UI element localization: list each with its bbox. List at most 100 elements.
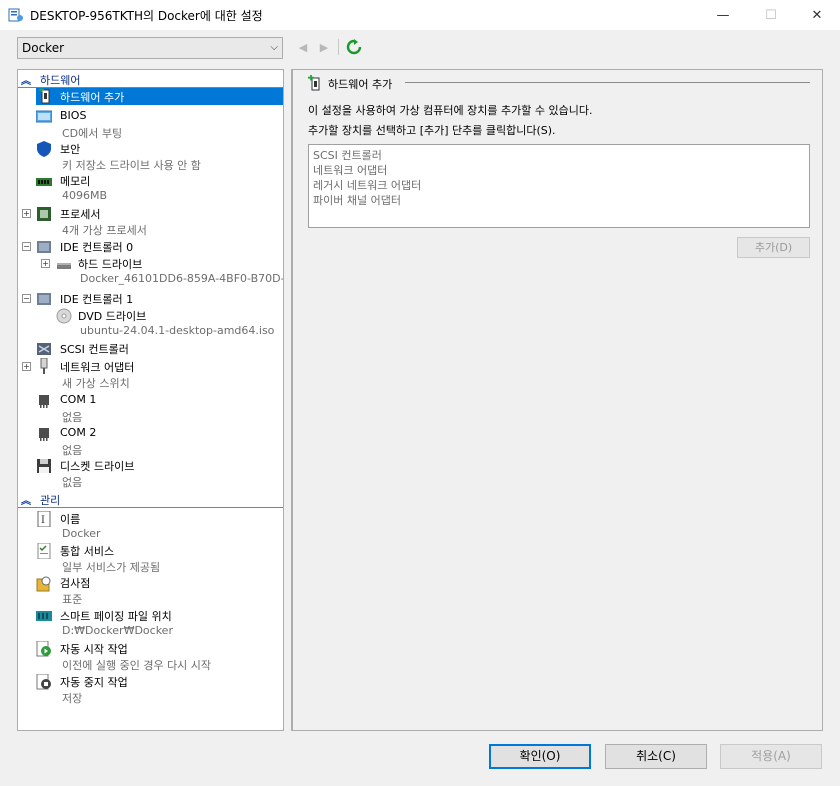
tree-item-sub: 4096MB [62,189,108,202]
list-item[interactable]: 네트워크 어댑터 [313,162,387,178]
tree-item-dvd-drive[interactable]: DVD 드라이브 ubuntu-24.04.1-desktop-amd64.is… [18,307,283,339]
tree-item-ide-controller-0[interactable]: − IDE 컨트롤러 0 [18,238,283,255]
tree-item-auto-start[interactable]: 자동 시작 작업 이전에 실행 중인 경우 다시 시작 [18,640,283,672]
memory-icon [36,178,52,186]
vm-select-dropdown[interactable]: Docker ⌵ [17,37,283,59]
collapse-icon[interactable]: − [22,294,31,303]
tree-item-label: DVD 드라이브 [78,310,147,323]
ok-button[interactable]: 확인(O) [489,744,591,769]
refresh-icon[interactable] [346,39,362,55]
tree-item-label: 통합 서비스 [60,545,115,558]
tree-item-label: 디스켓 드라이브 [60,460,135,473]
com-port-icon [39,428,49,441]
tree-item-label: COM 1 [60,393,97,406]
diskette-icon [37,459,51,473]
minimize-button[interactable]: — [700,0,746,30]
detail-description: 이 설정을 사용하여 가상 컴퓨터에 장치를 추가할 수 있습니다. [308,104,593,117]
maximize-button[interactable]: ☐ [748,0,794,30]
tree-item-memory[interactable]: 메모리 4096MB [18,172,283,204]
tree-item-label: 하드 드라이브 [78,258,143,271]
detail-title: 하드웨어 추가 [328,78,393,91]
expand-icon[interactable]: + [22,209,31,218]
shield-icon [37,141,51,157]
cancel-button[interactable]: 취소(C) [605,744,707,769]
expand-icon[interactable]: + [22,362,31,371]
tree-item-label: 프로세서 [60,208,101,221]
tree-item-label: COM 2 [60,426,97,439]
tree-item-security[interactable]: 보안 키 저장소 드라이브 사용 안 함 [18,140,283,172]
tree-item-add-hardware[interactable]: 하드웨어 추가 [18,88,283,105]
tree-item-sub: 이전에 실행 중인 경우 다시 시작 [62,659,212,672]
tree-item-sub: 표준 [62,593,83,606]
tree-item-label: 네트워크 어댑터 [60,361,135,374]
integration-services-icon [37,543,51,559]
name-icon: I [37,511,51,527]
com-port-icon [39,395,49,408]
tree-item-sub: CD에서 부팅 [62,127,123,140]
title-bar: DESKTOP-956TKTH의 Docker에 대한 설정 — ☐ ✕ [0,0,840,30]
tree-item-scsi-controller[interactable]: SCSI 컨트롤러 [18,340,283,357]
processor-icon [37,207,51,221]
tree-item-label: BIOS [60,109,87,122]
tree-item-checkpoint[interactable]: 검사점 표준 [18,574,283,606]
tree-item-label: IDE 컨트롤러 1 [60,293,134,306]
tree-item-bios[interactable]: BIOS CD에서 부팅 [18,108,283,140]
tree-item-processor[interactable]: + 프로세서 4개 가상 프로세서 [18,205,283,237]
tree-item-label: 이름 [60,513,81,526]
auto-stop-icon [36,674,51,690]
list-item[interactable]: SCSI 컨트롤러 [313,147,382,163]
tree-item-auto-stop[interactable]: 자동 중지 작업 저장 [18,673,283,705]
dvd-icon [56,308,72,324]
tree-item-hard-drive[interactable]: + 하드 드라이브 Docker_46101DD6-859A-4BF0-B70D… [18,255,283,287]
collapse-chevron-icon[interactable]: ︽ [21,72,31,87]
tree-item-label: 하드웨어 추가 [60,91,125,104]
tree-item-sub: 새 가상 스위치 [62,377,130,390]
tree-item-ide-controller-1[interactable]: − IDE 컨트롤러 1 [18,290,283,307]
tree-item-diskette-drive[interactable]: 디스켓 드라이브 없음 [18,457,283,489]
list-item[interactable]: 레거시 네트워크 어댑터 [313,177,421,193]
title-divider [405,82,810,83]
hard-drive-icon [57,263,71,269]
auto-start-icon [36,641,51,657]
management-section-header[interactable]: ︽ 관리 [18,490,283,508]
add-button[interactable]: 추가(D) [737,237,810,258]
tree-item-sub: 저장 [62,692,83,705]
detail-pane: 하드웨어 추가 이 설정을 사용하여 가상 컴퓨터에 장치를 추가할 수 있습니… [291,69,823,731]
tree-item-sub: 일부 서비스가 제공됨 [62,561,161,574]
tree-item-sub: D:₩Docker₩Docker [62,624,173,637]
tree-item-sub: ubuntu-24.04.1-desktop-amd64.iso [80,324,275,337]
ide-controller-icon [37,293,51,305]
bios-icon [36,110,52,123]
tree-item-label: 자동 시작 작업 [60,643,128,656]
forward-arrow-icon[interactable]: ▶ [316,39,332,55]
tree-item-com2[interactable]: COM 2 없음 [18,425,283,457]
tree-item-label: 자동 중지 작업 [60,676,128,689]
tree-item-com1[interactable]: COM 1 없음 [18,392,283,424]
tree-item-label: 메모리 [60,175,91,188]
chevron-down-icon: ⌵ [270,42,278,53]
device-listbox[interactable]: SCSI 컨트롤러 네트워크 어댑터 레거시 네트워크 어댑터 파이버 채널 어… [308,144,810,228]
apply-button[interactable]: 적용(A) [720,744,822,769]
vm-select-value: Docker [22,41,65,55]
tree-item-integration-services[interactable]: 통합 서비스 일부 서비스가 제공됨 [18,542,283,574]
tree-item-name[interactable]: I 이름 Docker [18,510,283,542]
tree-item-sub: 4개 가상 프로세서 [62,224,147,237]
tree-item-label: IDE 컨트롤러 0 [60,241,134,254]
collapse-icon[interactable]: − [22,242,31,251]
tree-item-network-adapter[interactable]: + 네트워크 어댑터 새 가상 스위치 [18,358,283,390]
close-button[interactable]: ✕ [794,0,840,30]
back-arrow-icon[interactable]: ◀ [295,39,311,55]
add-hardware-icon [308,75,320,91]
hardware-section-header[interactable]: ︽ 하드웨어 [18,70,283,88]
list-item[interactable]: 파이버 채널 어댑터 [313,192,401,208]
add-hardware-icon [39,88,50,104]
dialog-client: Docker ⌵ ◀ ▶ ︽ 하드웨어 하드웨어 추가 BIOS CD에서 부팅… [0,30,840,786]
ide-controller-icon [37,241,51,253]
collapse-chevron-icon[interactable]: ︽ [21,492,31,507]
tree-item-sub: Docker [62,527,101,540]
expand-icon[interactable]: + [41,259,50,268]
window-title: DESKTOP-956TKTH의 Docker에 대한 설정 [30,9,263,23]
tree-item-smart-paging[interactable]: 스마트 페이징 파일 위치 D:₩Docker₩Docker [18,607,283,639]
tree-item-label: SCSI 컨트롤러 [60,343,129,356]
toolbar-separator [338,39,339,55]
